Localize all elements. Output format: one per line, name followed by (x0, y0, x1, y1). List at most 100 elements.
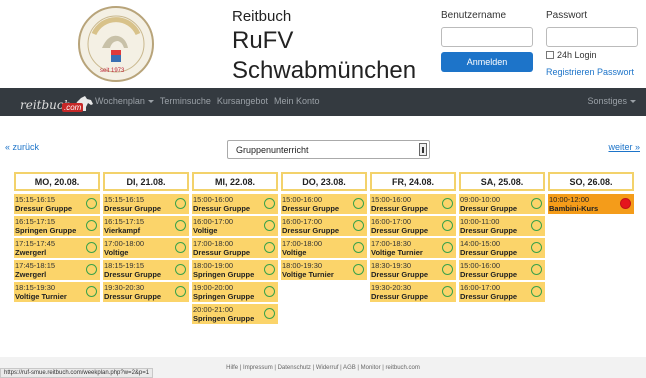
club-logo: seit 1973 (78, 6, 154, 82)
lesson-slot[interactable]: 15:00-16:00 Dressur Gruppe (459, 260, 545, 280)
nav-items: Wochenplan Terminsuche Kursangebot Mein … (95, 96, 319, 106)
next-week-link[interactable]: weiter » (608, 142, 640, 152)
status-available-icon[interactable] (175, 198, 186, 209)
week-plan: MO, 20.08. 15:15-16:15 Dressur Gruppe 16:15… (14, 172, 634, 326)
lesson-slot[interactable]: 09:00-10:00 Dressur Gruppe (459, 194, 545, 214)
lesson-slot[interactable]: 16:00-17:00 Dressur Gruppe (281, 216, 367, 236)
username-group: Benutzername (441, 10, 533, 47)
status-available-icon[interactable] (531, 198, 542, 209)
lesson-slot[interactable]: 15:15-16:15 Dressur Gruppe (14, 194, 100, 214)
status-available-icon[interactable] (531, 242, 542, 253)
status-available-icon[interactable] (442, 220, 453, 231)
lesson-slot[interactable]: 17:00-18:00 Voltige (281, 238, 367, 258)
status-available-icon[interactable] (353, 242, 364, 253)
status-available-icon[interactable] (86, 220, 97, 231)
nav-kursangebot[interactable]: Kursangebot (217, 96, 268, 106)
status-available-icon[interactable] (442, 242, 453, 253)
nav-mein-konto[interactable]: Mein Konto (274, 96, 320, 106)
lesson-slot[interactable]: 18:00-19:00 Springen Gruppe (192, 260, 278, 280)
lesson-slot[interactable]: 17:00-18:00 Dressur Gruppe (192, 238, 278, 258)
status-available-icon[interactable] (86, 264, 97, 275)
username-label: Benutzername (441, 10, 507, 21)
day-column: SO, 26.08. 10:00-12:00 Bambini-Kurs (548, 172, 634, 326)
nav-sonstiges-label: Sonstiges (587, 96, 627, 106)
status-available-icon[interactable] (175, 220, 186, 231)
status-available-icon[interactable] (442, 198, 453, 209)
lesson-slot[interactable]: 16:15-17:15 Springen Gruppe (14, 216, 100, 236)
status-available-icon[interactable] (175, 242, 186, 253)
login-button[interactable]: Anmelden (441, 52, 533, 72)
lesson-slot[interactable]: 18:30-19:30 Dressur Gruppe (370, 260, 456, 280)
status-available-icon[interactable] (86, 286, 97, 297)
day-column: FR, 24.08. 15:00-16:00 Dressur Gruppe 16:00… (370, 172, 456, 326)
lesson-slot[interactable]: 16:00-17:00 Dressur Gruppe (370, 216, 456, 236)
reitbuch-logo[interactable]: reitbuch .com (20, 92, 95, 112)
status-available-icon[interactable] (531, 286, 542, 297)
lesson-slot[interactable]: 10:00-11:00 Dressur Gruppe (459, 216, 545, 236)
lesson-slot[interactable]: 17:00-18:00 Voltige (103, 238, 189, 258)
lesson-slot[interactable]: 15:00-16:00 Dressur Gruppe (370, 194, 456, 214)
nav-sonstiges[interactable]: Sonstiges (587, 96, 636, 106)
lesson-slot[interactable]: 15:15-16:15 Dressur Gruppe (103, 194, 189, 214)
day-header: SA, 25.08. (459, 172, 545, 191)
lesson-slot[interactable]: 18:00-19:30 Voltige Turnier (281, 260, 367, 280)
day-column: DO, 23.08. 15:00-16:00 Dressur Gruppe 16:00… (281, 172, 367, 326)
lesson-slot[interactable]: 14:00-15:00 Dressur Gruppe (459, 238, 545, 258)
status-available-icon[interactable] (175, 264, 186, 275)
status-available-icon[interactable] (264, 198, 275, 209)
status-full-icon[interactable] (620, 198, 631, 209)
status-available-icon[interactable] (353, 220, 364, 231)
status-available-icon[interactable] (264, 286, 275, 297)
lesson-slot[interactable]: 20:00-21:00 Springen Gruppe (192, 304, 278, 324)
remember-checkbox[interactable] (546, 51, 554, 59)
prev-week-link[interactable]: « zurück (5, 142, 39, 152)
lesson-slot[interactable]: 18:15-19:30 Voltige Turnier (14, 282, 100, 302)
remember-checkbox-row[interactable]: 24h Login (546, 50, 597, 60)
day-header: MI, 22.08. (192, 172, 278, 191)
status-available-icon[interactable] (353, 198, 364, 209)
status-available-icon[interactable] (86, 198, 97, 209)
footer-links[interactable]: Hilfe | Impressum | Datenschutz | Widerr… (226, 365, 420, 371)
lesson-slot[interactable]: 15:00-16:00 Dressur Gruppe (281, 194, 367, 214)
nav-wochenplan[interactable]: Wochenplan (95, 96, 154, 106)
password-group: Passwort (546, 10, 638, 47)
status-available-icon[interactable] (353, 264, 364, 275)
status-available-icon[interactable] (264, 220, 275, 231)
status-available-icon[interactable] (531, 220, 542, 231)
lesson-slot[interactable]: 19:30-20:30 Dressur Gruppe (103, 282, 189, 302)
lesson-slot[interactable]: 17:45-18:15 Zwergerl (14, 260, 100, 280)
nav-terminsuche[interactable]: Terminsuche (160, 96, 211, 106)
status-available-icon[interactable] (264, 308, 275, 319)
status-available-icon[interactable] (86, 242, 97, 253)
lesson-slot[interactable]: 16:00-17:00 Voltige (192, 216, 278, 236)
select-arrow-icon (419, 143, 427, 156)
status-available-icon[interactable] (264, 264, 275, 275)
lesson-slot[interactable]: 17:00-18:30 Voltige Turnier (370, 238, 456, 258)
lesson-slot[interactable]: 15:00-16:00 Dressur Gruppe (192, 194, 278, 214)
status-available-icon[interactable] (264, 242, 275, 253)
status-available-icon[interactable] (442, 264, 453, 275)
day-header: DI, 21.08. (103, 172, 189, 191)
svg-text:seit 1973: seit 1973 (100, 68, 125, 74)
status-available-icon[interactable] (442, 286, 453, 297)
lesson-slot[interactable]: 18:15-19:15 Dressur Gruppe (103, 260, 189, 280)
status-available-icon[interactable] (531, 264, 542, 275)
course-filter-value: Gruppenunterricht (236, 144, 309, 155)
register-reset-link[interactable]: Registrieren Passwort (546, 67, 634, 77)
course-filter-select[interactable]: Gruppenunterricht (227, 140, 430, 159)
lesson-slot[interactable]: 17:15-17:45 Zwergerl (14, 238, 100, 258)
lesson-slot[interactable]: 19:30-20:30 Dressur Gruppe (370, 282, 456, 302)
lesson-slot[interactable]: 16:15-17:15 Vierkampf (103, 216, 189, 236)
day-column: MI, 22.08. 15:00-16:00 Dressur Gruppe 16:00… (192, 172, 278, 326)
nav-wochenplan-label: Wochenplan (95, 96, 145, 106)
day-column: SA, 25.08. 09:00-10:00 Dressur Gruppe 10:00… (459, 172, 545, 326)
password-input[interactable] (546, 27, 638, 47)
day-column: MO, 20.08. 15:15-16:15 Dressur Gruppe 16:15… (14, 172, 100, 326)
lesson-slot[interactable]: 10:00-12:00 Bambini-Kurs (548, 194, 634, 214)
username-input[interactable] (441, 27, 533, 47)
brand-line-2: RuFV (232, 27, 294, 54)
remember-label: 24h Login (557, 50, 597, 60)
lesson-slot[interactable]: 16:00-17:00 Dressur Gruppe (459, 282, 545, 302)
status-available-icon[interactable] (175, 286, 186, 297)
lesson-slot[interactable]: 19:00-20:00 Springen Gruppe (192, 282, 278, 302)
